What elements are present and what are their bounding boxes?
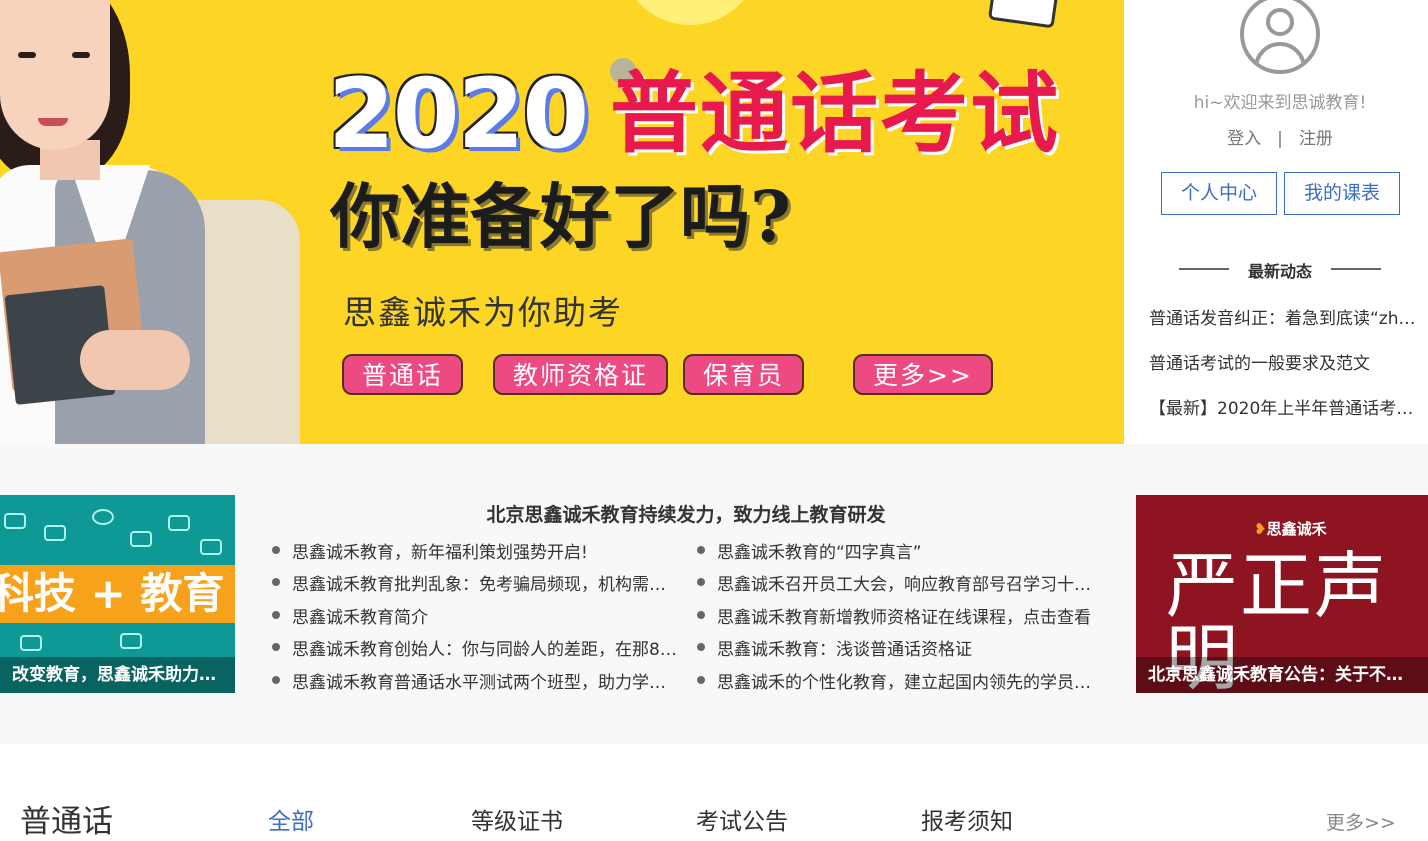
pill-childcare[interactable]: 保育员: [683, 354, 805, 395]
pill-teacher-cert[interactable]: 教师资格证: [493, 354, 669, 395]
list-item[interactable]: 思鑫诚禾教育创始人：你与同龄人的差距，在那8小时之外: [270, 635, 688, 660]
chat-icon: [44, 525, 66, 541]
auth-separator: |: [1277, 129, 1283, 149]
hero-section: 2020 普通话考试 你准备好了吗? 思鑫诚禾为你助考 普通话 教师资格证 保育…: [0, 0, 1428, 444]
statement-caption[interactable]: 北京思鑫诚禾教育公告：关于不法分子冒用我司名义: [1136, 657, 1428, 693]
brand-logo: ❥思鑫诚禾: [1254, 520, 1327, 538]
card-headline: 科技 + 教育: [0, 569, 225, 618]
personal-center-button[interactable]: 个人中心: [1161, 172, 1277, 215]
mail-icon: [200, 539, 222, 555]
list-item[interactable]: 思鑫诚禾教育的“四字真言”: [695, 538, 1105, 563]
login-link[interactable]: 登入: [1227, 129, 1261, 149]
tech-card-caption[interactable]: 改变教育，思鑫诚禾助力百万学子: [0, 657, 235, 693]
decor-sun: [620, 0, 760, 25]
latest-news-heading: 最新动态: [1124, 258, 1428, 282]
my-schedule-button[interactable]: 我的课表: [1284, 172, 1400, 215]
register-link[interactable]: 注册: [1299, 129, 1333, 149]
globe-icon: [92, 509, 114, 525]
mail-icon: [4, 513, 26, 529]
more-link[interactable]: 更多>>: [1326, 808, 1396, 835]
pill-more[interactable]: 更多>>: [853, 354, 993, 395]
banner-tagline: 思鑫诚禾为你助考: [343, 293, 623, 332]
welcome-text: hi~欢迎来到思诚教育!: [1193, 93, 1367, 113]
phone-icon: [168, 515, 190, 531]
list-item[interactable]: 思鑫诚禾教育，新年福利策划强势开启!: [270, 538, 680, 563]
section-title: 普通话: [20, 804, 113, 840]
news-item[interactable]: 普通话考试的一般要求及范文: [1149, 349, 1417, 374]
list-item[interactable]: 思鑫诚禾召开员工大会，响应教育部号召学习十九大精神: [695, 570, 1105, 595]
tab-registration-guide[interactable]: 报考须知: [921, 802, 1013, 836]
list-item[interactable]: 思鑫诚禾的个性化教育，建立起国内领先的学员服务体系: [695, 668, 1105, 693]
news-item[interactable]: 普通话发音纠正：着急到底读“zhao”还是“zhuo”: [1149, 304, 1417, 329]
auth-links: 登入 | 注册: [1124, 124, 1428, 149]
banner-title: 普通话考试: [610, 62, 1061, 165]
hero-banner[interactable]: 2020 普通话考试 你准备好了吗? 思鑫诚禾为你助考 普通话 教师资格证 保育…: [0, 0, 1124, 444]
student-illustration: [0, 0, 300, 444]
tab-all[interactable]: 全部: [268, 802, 314, 836]
laptop-icon: [20, 635, 42, 651]
list-item[interactable]: 思鑫诚禾教育批判乱象：免考骗局频现，机构需担责: [270, 570, 680, 595]
list-item[interactable]: 思鑫诚禾教育：浅谈普通话资格证: [695, 635, 1105, 660]
list-item[interactable]: 思鑫诚禾教育简介: [270, 603, 680, 628]
tab-exam-notices[interactable]: 考试公告: [696, 802, 788, 836]
banner-subtitle: 你准备好了吗?: [330, 175, 792, 258]
pill-putonghua[interactable]: 普通话: [342, 354, 464, 395]
list-item[interactable]: 思鑫诚禾教育普通话水平测试两个班型，助力学员高分: [270, 668, 680, 693]
banner-year: 2020: [328, 58, 589, 170]
news-item[interactable]: 【最新】2020年上半年普通话考试时间安排: [1149, 394, 1417, 419]
scroll-icon: [987, 0, 1059, 29]
device-icon: [120, 633, 142, 649]
list-item[interactable]: 思鑫诚禾教育新增教师资格证在线课程，点击查看: [695, 603, 1110, 628]
chart-icon: [130, 531, 152, 547]
tab-certificates[interactable]: 等级证书: [471, 802, 563, 836]
news-headline[interactable]: 北京思鑫诚禾教育持续发力，致力线上教育研发: [260, 500, 1112, 527]
